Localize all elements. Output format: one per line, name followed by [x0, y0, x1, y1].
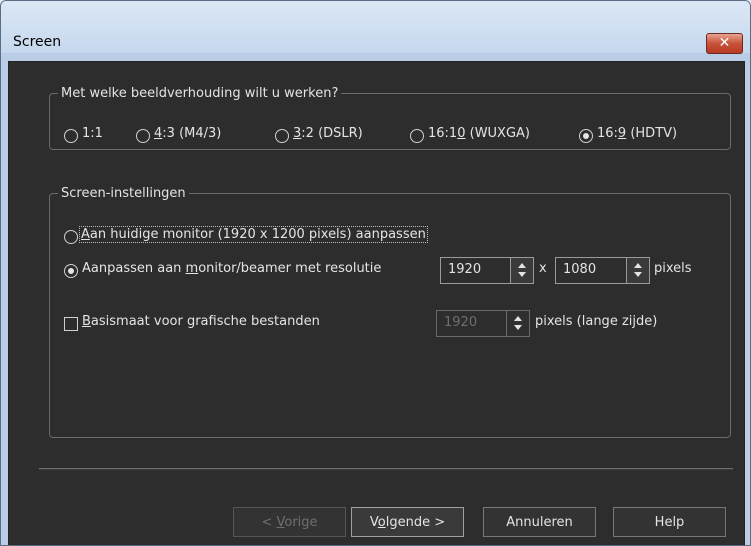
aspect-option-label: 16:10 (WUXGA): [428, 126, 531, 141]
resolution-width-stepper[interactable]: 1920: [440, 257, 534, 284]
radio-1-1[interactable]: [64, 129, 78, 143]
resolution-height-stepper[interactable]: 1080: [555, 257, 650, 284]
screen-settings-legend: Screen-instellingen: [61, 186, 186, 201]
aspect-ratio-legend: Met welke beeldverhouding wilt u werken?: [61, 86, 339, 101]
window-title: Screen: [13, 34, 62, 50]
chevron-up-icon[interactable]: [634, 263, 642, 268]
stepper-arrows[interactable]: [510, 258, 533, 283]
times-label: x: [539, 261, 547, 276]
radio-4-3[interactable]: [136, 129, 150, 143]
radio-custom-resolution[interactable]: [64, 264, 78, 278]
radio-selected-dot: [68, 268, 74, 274]
chevron-down-icon[interactable]: [634, 272, 642, 277]
stepper-arrows: [506, 311, 529, 336]
radio-3-2[interactable]: [275, 129, 289, 143]
base-size-label: Basismaat voor grafische bestanden: [82, 314, 320, 329]
chevron-down-icon[interactable]: [518, 272, 526, 277]
screen-settings-group: Screen-instellingen: [49, 186, 731, 438]
close-icon: ✕: [718, 35, 731, 51]
base-size-unit-label: pixels (lange zijde): [535, 314, 658, 329]
aspect-option-label: 3:2 (DSLR): [293, 126, 363, 141]
resolution-height-value[interactable]: 1080: [563, 262, 596, 277]
base-size-value: 1920: [444, 315, 478, 330]
aspect-option-label: 16:9 (HDTV): [597, 126, 678, 141]
radio-selected-dot: [583, 133, 589, 139]
resolution-width-value[interactable]: 1920: [448, 262, 481, 277]
aspect-option-label: 1:1: [82, 126, 103, 141]
pixels-unit-label: pixels: [654, 261, 692, 276]
radio-16-9[interactable]: [579, 129, 593, 143]
chevron-down-icon: [514, 325, 522, 330]
chevron-up-icon[interactable]: [518, 263, 526, 268]
dialog-body: Met welke beeldverhouding wilt u werken?…: [8, 61, 745, 545]
back-button[interactable]: < Vorige: [233, 507, 346, 537]
close-button[interactable]: ✕: [706, 33, 743, 54]
dialog-window: Screen ✕ Met welke beeldverhouding wilt …: [0, 0, 751, 546]
cancel-button[interactable]: Annuleren: [483, 507, 596, 537]
chevron-up-icon: [514, 316, 522, 321]
base-size-stepper: 1920: [436, 310, 530, 337]
separator: [39, 468, 733, 470]
help-button[interactable]: Help: [613, 507, 726, 537]
custom-resolution-label: Aanpassen aan monitor/beamer met resolut…: [82, 261, 382, 276]
next-button[interactable]: Volgende >: [351, 507, 464, 537]
aspect-option-label: 4:3 (M4/3): [154, 126, 222, 141]
current-monitor-label: Aan huidige monitor (1920 x 1200 pixels)…: [79, 226, 428, 243]
stepper-arrows[interactable]: [626, 258, 649, 283]
title-bar: Screen ✕: [1, 1, 750, 54]
radio-16-10[interactable]: [410, 129, 424, 143]
radio-current-monitor[interactable]: [64, 230, 78, 244]
base-size-checkbox[interactable]: [64, 317, 78, 331]
